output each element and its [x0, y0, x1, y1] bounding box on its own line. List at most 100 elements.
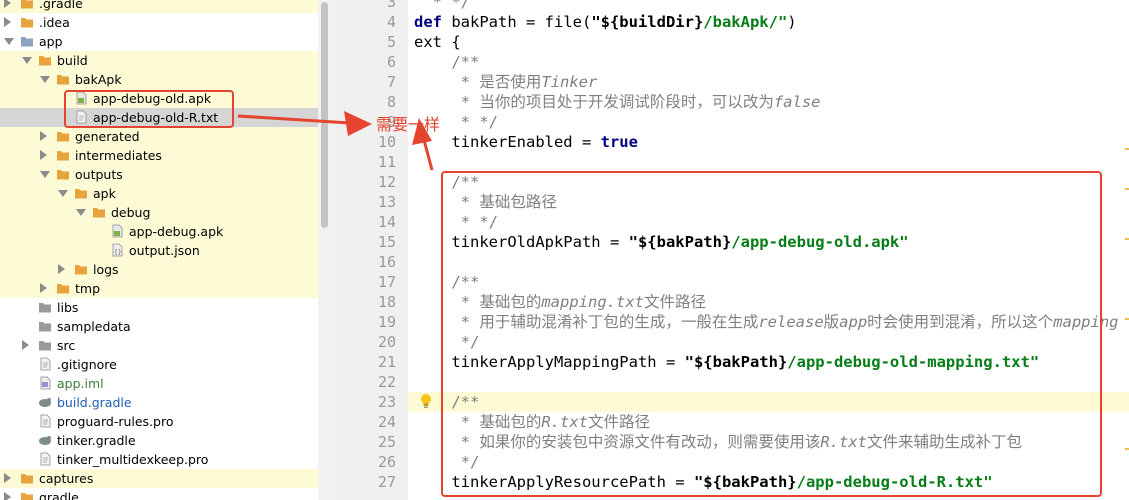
chevron-right-icon[interactable]: [40, 150, 47, 160]
folder-icon: [56, 148, 70, 162]
text-file-icon: [38, 452, 52, 466]
tree-item-label: captures: [39, 471, 94, 486]
tree-item[interactable]: intermediates: [0, 146, 318, 165]
line-number: 5: [386, 33, 396, 51]
tree-item[interactable]: .gradle: [0, 0, 318, 13]
chevron-right-icon[interactable]: [40, 131, 47, 141]
tree-item-label: app.iml: [57, 376, 104, 391]
chevron-right-icon[interactable]: [4, 17, 11, 27]
tree-item[interactable]: .gitignore: [0, 355, 318, 374]
code-line[interactable]: tinkerEnabled = true: [414, 132, 638, 152]
scroll-marker: [1125, 188, 1129, 190]
iml-file-icon: [38, 376, 52, 390]
line-number: 20: [377, 333, 396, 351]
chevron-down-icon[interactable]: [40, 76, 50, 83]
tree-item-label: build.gradle: [57, 395, 132, 410]
tree-item-label: tmp: [75, 281, 101, 296]
line-number: 12: [377, 173, 396, 191]
code-line[interactable]: * */: [414, 0, 470, 12]
text-file-icon: [38, 414, 52, 428]
chevron-right-icon[interactable]: [22, 340, 29, 350]
tree-item[interactable]: app.iml: [0, 374, 318, 393]
tree-item[interactable]: {} output.json: [0, 241, 318, 260]
chevron-right-icon[interactable]: [40, 283, 47, 293]
tree-item[interactable]: build.gradle: [0, 393, 318, 412]
tree-item[interactable]: app-debug.apk: [0, 222, 318, 241]
folder-icon: [56, 281, 70, 295]
tree-item-label: app: [39, 34, 63, 49]
tree-item[interactable]: sampledata: [0, 317, 318, 336]
line-number: 4: [386, 13, 396, 31]
json-file-icon: {}: [110, 243, 124, 257]
folder-icon: [56, 129, 70, 143]
code-line[interactable]: ext {: [414, 32, 461, 52]
chevron-down-icon[interactable]: [58, 190, 68, 197]
scroll-marker: [1125, 318, 1129, 320]
line-number: 15: [377, 233, 396, 251]
tree-item[interactable]: bakApk: [0, 70, 318, 89]
tree-item[interactable]: debug: [0, 203, 318, 222]
line-number: 26: [377, 453, 396, 471]
code-token: /**: [414, 53, 480, 71]
folder-icon: [20, 0, 34, 10]
tree-item[interactable]: build: [0, 51, 318, 70]
tree-item-label: apk: [93, 186, 116, 201]
tree-item[interactable]: logs: [0, 260, 318, 279]
project-tree: .gradle .idea app build bakApk app-debug-old.…: [0, 0, 318, 500]
line-number: 16: [377, 253, 396, 271]
tree-item[interactable]: tinker.gradle: [0, 431, 318, 450]
tree-item[interactable]: libs: [0, 298, 318, 317]
tree-item-label: build: [57, 53, 88, 68]
chevron-right-icon[interactable]: [4, 473, 11, 483]
tree-item-label: tinker.gradle: [57, 433, 136, 448]
tree-item[interactable]: .idea: [0, 13, 318, 32]
chevron-down-icon[interactable]: [40, 171, 50, 178]
code-line[interactable]: * 当你的项目处于开发调试阶段时，可以改为false: [414, 92, 821, 112]
code-token: ext {: [414, 33, 461, 51]
chevron-right-icon[interactable]: [4, 492, 11, 500]
chevron-down-icon[interactable]: [4, 38, 14, 45]
tree-item[interactable]: proguard-rules.pro: [0, 412, 318, 431]
code-token: "${buildDir}: [591, 13, 704, 31]
tree-item-label: intermediates: [75, 148, 162, 163]
tree-item-label: bakApk: [75, 72, 122, 87]
gray-folder-icon: [38, 319, 52, 333]
folder-icon: [20, 490, 34, 500]
tree-item[interactable]: gradle: [0, 488, 318, 500]
scroll-marker: [1125, 238, 1129, 240]
code-token: bakPath = file(: [442, 13, 592, 31]
tree-item[interactable]: app: [0, 32, 318, 51]
chevron-right-icon[interactable]: [58, 264, 65, 274]
code-token: true: [600, 133, 638, 151]
code-line[interactable]: def bakPath = file("${buildDir}/bakApk/"…: [414, 12, 797, 32]
line-number: 11: [377, 153, 396, 171]
code-line[interactable]: * 是否使用Tinker: [414, 72, 598, 92]
tree-item[interactable]: tmp: [0, 279, 318, 298]
code-token: def: [414, 13, 442, 31]
annotation-box-tree-files: [64, 90, 234, 128]
code-line[interactable]: /**: [414, 52, 479, 72]
scroll-marker: [1125, 448, 1129, 450]
tree-item[interactable]: generated: [0, 127, 318, 146]
text-file-icon: [38, 357, 52, 371]
gradle-icon: [38, 395, 52, 409]
lightbulb-icon[interactable]: [419, 392, 433, 410]
tree-item[interactable]: src: [0, 336, 318, 355]
chevron-down-icon[interactable]: [76, 209, 86, 216]
apk-file-icon: [110, 224, 124, 238]
tree-item-label: logs: [93, 262, 119, 277]
tree-scrollbar-thumb[interactable]: [321, 2, 328, 228]
tree-item-label: .gradle: [39, 0, 83, 11]
chevron-down-icon[interactable]: [22, 57, 32, 64]
tree-item[interactable]: outputs: [0, 165, 318, 184]
tree-item[interactable]: tinker_multidexkeep.pro: [0, 450, 318, 469]
line-number: 21: [377, 353, 396, 371]
chevron-right-icon[interactable]: [4, 0, 11, 8]
line-number: 10: [377, 133, 396, 151]
folder-icon: [74, 186, 88, 200]
line-number: 19: [377, 313, 396, 331]
tree-item[interactable]: apk: [0, 184, 318, 203]
tree-item[interactable]: captures: [0, 469, 318, 488]
tree-item-label: src: [57, 338, 76, 353]
tree-item-label: tinker_multidexkeep.pro: [57, 452, 209, 467]
